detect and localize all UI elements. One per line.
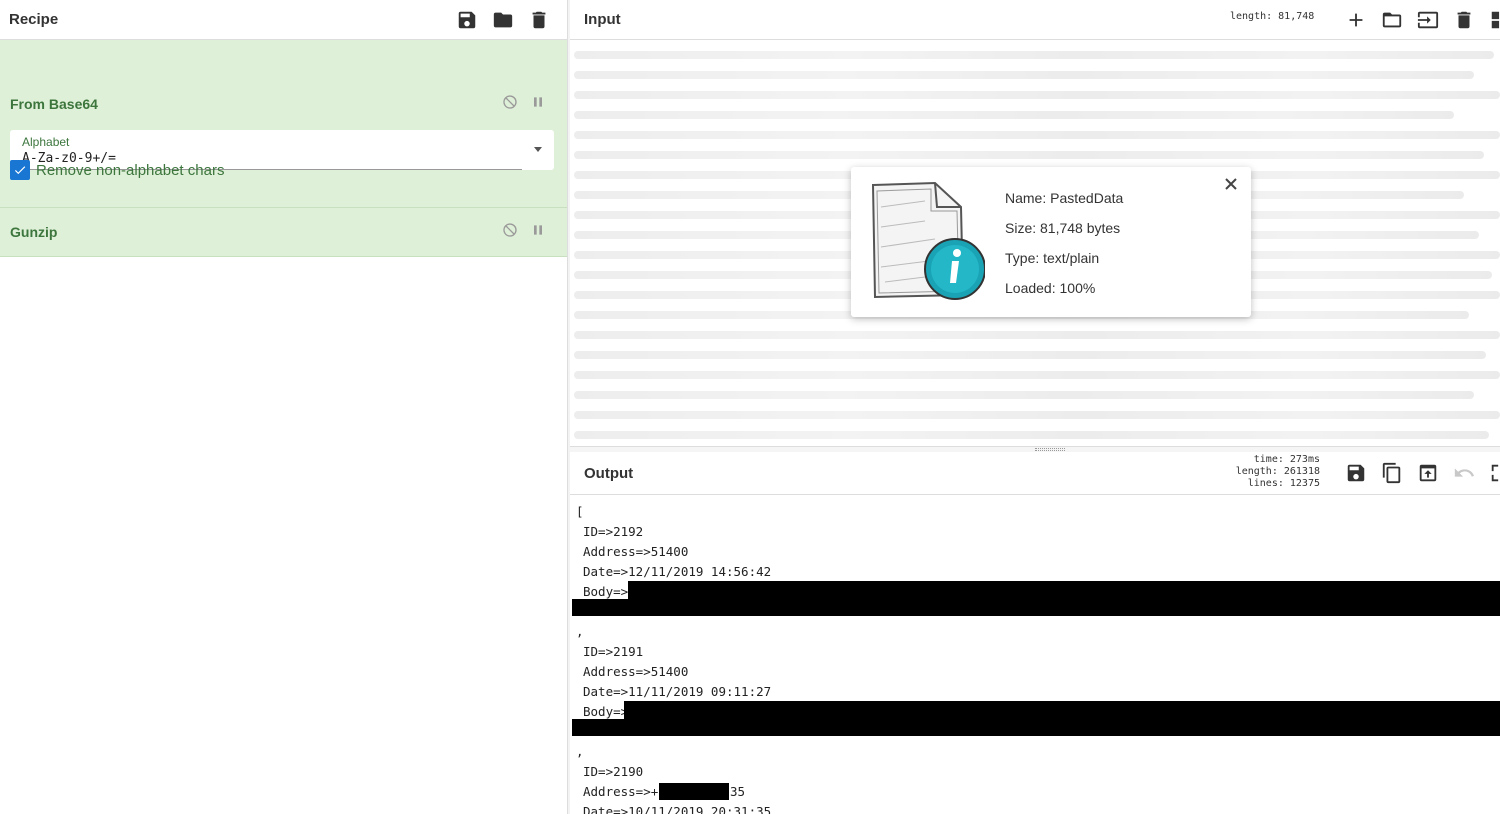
operation-title: From Base64: [10, 96, 98, 112]
disable-operation-icon[interactable]: [502, 94, 518, 115]
remove-nonalpha-option[interactable]: Remove non-alphabet chars: [10, 160, 224, 180]
redacted-body-block: [572, 719, 1500, 736]
chevron-down-icon[interactable]: [534, 147, 542, 152]
breakpoint-pause-icon[interactable]: [530, 94, 546, 115]
output-title: Output: [584, 464, 634, 482]
replace-input-with-output-icon[interactable]: [1410, 458, 1446, 488]
operation-title: Gunzip: [10, 224, 58, 240]
add-input-tab-icon[interactable]: [1338, 5, 1374, 35]
output-header: Output time: 273ms length: 261318 lines:…: [570, 452, 1500, 495]
output-length: length: 261318: [1235, 466, 1320, 477]
record-address: Address=>51400: [583, 664, 689, 679]
recipe-title: Recipe: [9, 11, 59, 28]
record-separator: ,: [576, 624, 584, 639]
remove-nonalpha-checkbox[interactable]: [10, 160, 30, 180]
redacted-body-block: [624, 701, 1500, 719]
file-type: Type: text/plain: [1005, 250, 1100, 266]
file-info-icon: [871, 181, 985, 300]
copy-output-icon[interactable]: [1374, 458, 1410, 488]
close-icon[interactable]: [1223, 176, 1239, 192]
undo-icon[interactable]: [1446, 458, 1482, 488]
output-panel: Output time: 273ms length: 261318 lines:…: [570, 452, 1500, 814]
remove-nonalpha-label: Remove non-alphabet chars: [36, 161, 225, 179]
open-folder-icon[interactable]: [1374, 5, 1410, 35]
file-size: Size: 81,748 bytes: [1005, 220, 1121, 236]
record-id: ID=>2192: [583, 524, 644, 539]
file-name: Name: PastedData: [1005, 190, 1124, 206]
file-loaded: Loaded: 100%: [1005, 280, 1096, 296]
open-file-input-icon[interactable]: [1410, 5, 1446, 35]
input-header: Input length: 81,748: [570, 0, 1500, 40]
record-separator: ,: [576, 744, 584, 759]
record-date: Date=>11/11/2019 09:11:27: [583, 684, 772, 699]
check-icon: [14, 166, 26, 175]
recipe-header: Recipe: [0, 0, 567, 40]
input-title: Input: [584, 11, 621, 28]
record-id: ID=>2190: [583, 764, 644, 779]
clear-recipe-trash-icon[interactable]: [521, 5, 557, 35]
record-date: Date=>12/11/2019 14:56:42: [583, 564, 772, 579]
record-id: ID=>2191: [583, 644, 644, 659]
open-bracket: [: [576, 504, 584, 519]
splitter-grip[interactable]: [1035, 448, 1065, 451]
reset-layout-icon[interactable]: [1482, 5, 1500, 35]
clear-input-trash-icon[interactable]: [1446, 5, 1482, 35]
alphabet-label: Alphabet: [22, 135, 70, 149]
operation-from-base64[interactable]: From Base64 Alphabet A-Za-z0-9+/=: [0, 40, 567, 208]
save-output-icon[interactable]: [1338, 458, 1374, 488]
record-address-suffix: 35: [730, 784, 746, 799]
output-stats: time: 273ms length: 261318 lines: 12375: [1210, 454, 1320, 490]
recipe-panel: Recipe From Base64 Alphabet A-Za-z0-9+/=…: [0, 0, 568, 814]
breakpoint-pause-icon[interactable]: [530, 222, 546, 243]
record-date: Date=>10/11/2019 20:31:35: [583, 804, 772, 814]
save-recipe-icon[interactable]: [449, 5, 485, 35]
operation-gunzip[interactable]: Gunzip: [0, 208, 567, 257]
output-time: time: 273ms: [1253, 454, 1320, 465]
record-address: Address=>51400: [583, 544, 689, 559]
output-lines: lines: 12375: [1247, 478, 1320, 489]
redacted-body-block: [628, 581, 1500, 599]
maximise-output-icon[interactable]: [1482, 458, 1500, 488]
redacted-address-block: [659, 783, 729, 800]
record-address-prefix: Address=>+: [583, 784, 659, 799]
disable-operation-icon[interactable]: [502, 222, 518, 243]
redacted-body-block: [572, 599, 1500, 616]
load-recipe-folder-icon[interactable]: [485, 5, 521, 35]
file-details-popup: Name: PastedData Size: 81,748 bytes Type…: [851, 167, 1251, 317]
input-length: length: 81,748: [1230, 11, 1315, 22]
